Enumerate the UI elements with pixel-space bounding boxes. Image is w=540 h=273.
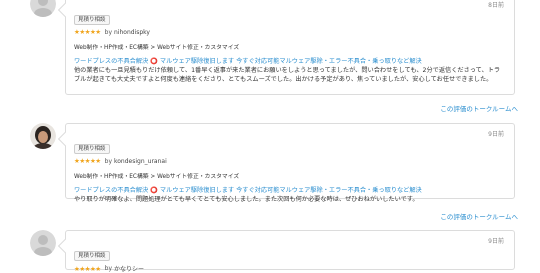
default-user-icon — [30, 0, 56, 17]
avatar[interactable] — [30, 0, 56, 17]
circle-mark: ⭕ — [150, 187, 158, 195]
service-title-before: ワードプレスの不具合解決 — [74, 58, 149, 66]
status-badge: 見積り相談 — [74, 144, 110, 155]
service-title-before: ワードプレスの不具合解決 — [74, 187, 149, 195]
review-date: 8日前 — [488, 2, 504, 9]
service-title[interactable]: ワードプレスの不具合解決 ⭕ マルウェア駆除復旧します 今すぐ対応可能マルウェア… — [74, 185, 506, 194]
service-category: Web制作・HP作成・EC構築 > Webサイト修正・カスタマイズ — [74, 45, 240, 52]
review-date: 9日前 — [488, 238, 504, 245]
avatar[interactable] — [30, 230, 56, 256]
card-pointer — [57, 238, 73, 254]
user-prefix: by — [104, 157, 112, 165]
service-title[interactable]: ワードプレスの不具合解決 ⭕ マルウェア駆除復旧します 今すぐ対応可能マルウェア… — [74, 56, 506, 65]
status-badge: 見積り相談 — [74, 15, 110, 26]
username[interactable]: kondesign_uranai — [114, 158, 167, 165]
circle-mark: ⭕ — [150, 58, 158, 66]
user-photo-icon — [30, 123, 56, 149]
talkroom-link[interactable]: この評価のトークルームへ — [440, 211, 518, 221]
service-category: Web制作・HP作成・EC構築 > Webサイト修正・カスタマイズ — [74, 174, 240, 181]
service-title-after: マルウェア駆除復旧します 今すぐ対応可能マルウェア駆除・エラー不具合・乗っ取りな… — [159, 187, 422, 195]
rating-row: ★★★★★ by かなりシー — [74, 264, 506, 273]
avatar[interactable] — [30, 123, 56, 149]
review-date: 9日前 — [488, 131, 504, 138]
review-card: 9日前 見積り相談 ★★★★★ by かなりシー — [57, 230, 515, 273]
review-text: 他の業者にも一旦見積もりだけ依頼して、1番早く返事が来た業者にお願いをしようと思… — [74, 67, 501, 84]
default-user-icon — [30, 230, 56, 256]
review-text: やり取りが明確なよ、問題処理がとても早くてとても安心しました。また次回も何か必要… — [74, 196, 419, 204]
username[interactable]: かなりシー — [114, 264, 144, 273]
star-rating: ★★★★★ — [74, 28, 101, 37]
card-pointer — [57, 131, 73, 147]
card-pointer — [57, 2, 73, 18]
review-card: 9日前 見積り相談 ★★★★★ by kondesign_uranai Web制… — [57, 123, 515, 203]
star-rating: ★★★★★ — [74, 264, 101, 273]
talkroom-link[interactable]: この評価のトークルームへ — [440, 103, 518, 113]
rating-row: ★★★★★ by kondesign_uranai — [74, 157, 506, 165]
service-title-after: マルウェア駆除復旧します 今すぐ対応可能マルウェア駆除・エラー不具合・乗っ取りな… — [159, 58, 422, 66]
user-prefix: by — [104, 28, 112, 36]
rating-row: ★★★★★ by nihondispky — [74, 28, 506, 36]
username[interactable]: nihondispky — [114, 29, 150, 36]
star-rating: ★★★★★ — [74, 157, 101, 166]
review-card: 8日前 見積り相談 ★★★★★ by nihondispky Web制作・HP作… — [57, 0, 515, 95]
user-prefix: by — [104, 265, 112, 273]
